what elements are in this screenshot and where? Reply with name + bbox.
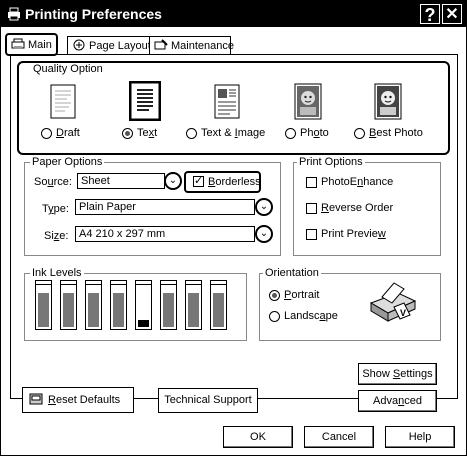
- help-title-button[interactable]: ?: [420, 4, 440, 25]
- tab-main[interactable]: Main: [5, 33, 58, 56]
- advanced-label: Advanced: [373, 395, 422, 407]
- ink-level-fill: [138, 320, 149, 327]
- ink-level-bar: [110, 280, 127, 330]
- ink-cartridge-cap: [110, 280, 127, 285]
- reset-defaults-button[interactable]: Reset Defaults: [22, 387, 134, 413]
- ink-level-bar: [185, 280, 202, 330]
- reverse-order-label: Reverse Order: [321, 202, 394, 214]
- ok-button[interactable]: OK: [223, 426, 293, 448]
- type-label: Type:: [42, 203, 69, 215]
- print-options-label: Print Options: [297, 156, 365, 168]
- photo-icon[interactable]: [293, 83, 323, 121]
- reset-defaults-label: Reset Defaults: [48, 394, 121, 406]
- ink-level-bar: [60, 280, 77, 330]
- show-settings-button[interactable]: Show Settings: [358, 363, 437, 385]
- title-bar: Printing Preferences ? ✕: [1, 1, 466, 27]
- photoenhance-checkbox[interactable]: [306, 177, 317, 188]
- photo-label: Photo: [300, 127, 329, 139]
- ink-levels-label: Ink Levels: [30, 267, 84, 279]
- technical-support-button[interactable]: Technical Support: [158, 388, 258, 413]
- size-label: Size:: [44, 230, 69, 242]
- ink-level-bar: [210, 280, 227, 330]
- tab-page-layout[interactable]: Page Layout: [67, 36, 156, 55]
- photoenhance-label: PhotoEnhance: [321, 176, 394, 188]
- portrait-label: Portrait: [284, 289, 320, 301]
- type-dropdown-chevron-icon[interactable]: ⌄: [255, 198, 273, 216]
- draft-label: Draft: [56, 127, 80, 139]
- size-dropdown-chevron-icon[interactable]: ⌄: [255, 225, 273, 243]
- size-select[interactable]: A4 210 x 297 mm: [75, 226, 255, 242]
- draft-radio[interactable]: [41, 128, 52, 139]
- window-title: Printing Preferences: [25, 6, 162, 22]
- reset-defaults-icon: [29, 391, 43, 405]
- cancel-button[interactable]: Cancel: [304, 426, 374, 448]
- page-layout-icon: [72, 39, 86, 51]
- tab-maintenance-label: Maintenance: [171, 40, 234, 52]
- ink-cartridge-cap: [135, 280, 152, 285]
- text-image-page-icon[interactable]: [212, 83, 242, 121]
- ink-cartridge-cap: [185, 280, 202, 285]
- reverse-order-checkbox[interactable]: [306, 203, 317, 214]
- show-settings-label: Show Settings: [362, 368, 433, 380]
- ink-level-fill: [163, 293, 174, 327]
- print-preview-label: Print Preview: [321, 228, 386, 240]
- best-photo-label: Best Photo: [369, 127, 423, 139]
- ink-level-bar: [135, 280, 152, 330]
- borderless-label: Borderless: [208, 176, 261, 188]
- advanced-button[interactable]: Advanced: [358, 390, 437, 412]
- printer-icon: [6, 7, 22, 21]
- source-dropdown-chevron-icon[interactable]: ⌄: [164, 172, 182, 190]
- type-select[interactable]: Plain Paper: [75, 199, 255, 215]
- text-image-radio[interactable]: [186, 128, 197, 139]
- paper-options-label: Paper Options: [30, 156, 105, 168]
- text-page-icon[interactable]: [128, 80, 162, 122]
- help-button[interactable]: Help: [385, 426, 455, 448]
- ink-level-bar: [160, 280, 177, 330]
- text-label: Text: [137, 127, 158, 139]
- borderless-checkbox[interactable]: [193, 174, 204, 187]
- draft-page-icon[interactable]: [48, 83, 78, 121]
- ink-level-fill: [113, 293, 124, 327]
- tab-main-label: Main: [28, 39, 52, 51]
- ink-cartridge-cap: [60, 280, 77, 285]
- ink-cartridge-cap: [210, 280, 227, 285]
- landscape-label: Landscape: [284, 310, 338, 322]
- close-title-button[interactable]: ✕: [442, 4, 462, 24]
- quality-option-label: Quality Option: [31, 63, 105, 75]
- source-select[interactable]: Sheet: [77, 173, 165, 189]
- printer-orientation-icon: V: [368, 277, 418, 325]
- ink-level-fill: [63, 293, 74, 327]
- ink-level-bar: [85, 280, 102, 330]
- ink-level-fill: [213, 293, 224, 327]
- best-photo-radio[interactable]: [354, 128, 365, 139]
- ink-cartridge-cap: [35, 280, 52, 285]
- printing-preferences-window: Printing Preferences ? ✕ Main Page Layou…: [0, 0, 467, 456]
- ink-level-fill: [188, 293, 199, 327]
- orientation-label: Orientation: [263, 267, 321, 279]
- landscape-radio[interactable]: [269, 311, 280, 322]
- portrait-radio[interactable]: [269, 290, 280, 301]
- svg-text:V: V: [400, 308, 406, 318]
- printer-tab-icon: [11, 37, 25, 49]
- tab-maintenance[interactable]: Maintenance: [149, 36, 234, 55]
- photo-radio[interactable]: [285, 128, 296, 139]
- maintenance-icon: [154, 39, 168, 51]
- ink-level-bar: [35, 280, 52, 330]
- source-label: Source:: [34, 176, 72, 188]
- text-image-label: Text & Image: [201, 127, 266, 139]
- ink-cartridge-cap: [160, 280, 177, 285]
- tab-page-layout-label: Page Layout: [89, 40, 151, 52]
- best-photo-icon[interactable]: [373, 83, 403, 121]
- ink-level-fill: [88, 293, 99, 327]
- print-preview-checkbox[interactable]: [306, 229, 317, 240]
- text-radio[interactable]: [122, 128, 133, 139]
- ink-level-fill: [38, 293, 49, 327]
- ink-cartridge-cap: [85, 280, 102, 285]
